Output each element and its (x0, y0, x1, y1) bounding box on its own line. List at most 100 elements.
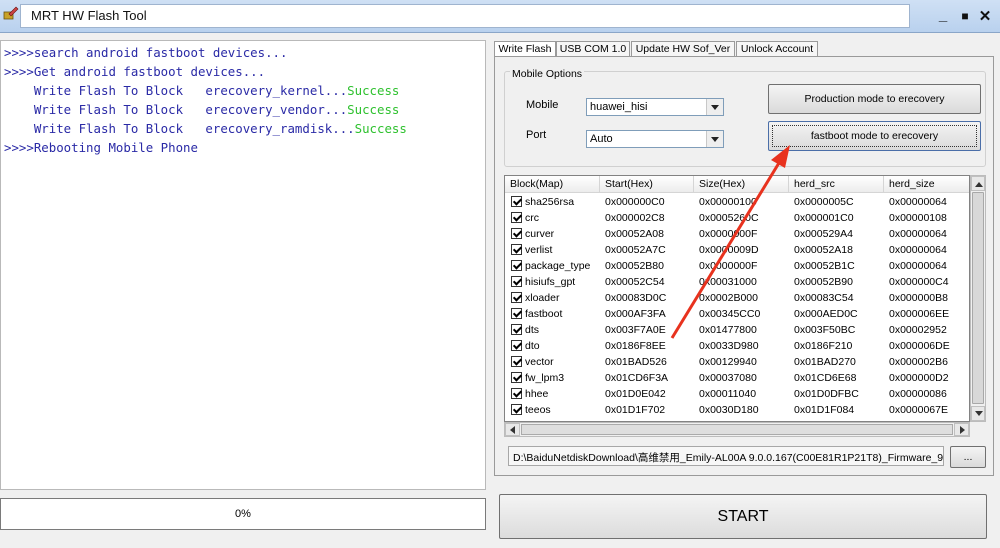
column-header-size[interactable]: Size(Hex) (694, 176, 789, 192)
mobile-options-legend: Mobile Options (510, 68, 585, 80)
log-line: Write Flash To Block erecovery_kernel...… (1, 81, 485, 100)
table-cell-start: 0x00052B80 (605, 260, 664, 272)
table-row[interactable]: fw_lpm3 0x01CD6F3A 0x00037080 0x01CD6E68 0x0… (505, 370, 969, 386)
mobile-select[interactable]: huawei_hisi (586, 98, 724, 116)
table-cell-name: dts (525, 324, 540, 336)
scroll-thumb[interactable] (972, 192, 984, 404)
table-row[interactable]: hhee 0x01D0E042 0x00011040 0x01D0DFBC 0x0000… (505, 386, 969, 402)
table-cell-hsize: 0x000000B8 (889, 292, 948, 304)
table-cell-size: 0x0005260C (699, 212, 759, 224)
log-line: Write Flash To Block erecovery_vendor...… (1, 100, 485, 119)
table-row[interactable]: hisiufs_gpt 0x00052C54 0x00031000 0x00052B9… (505, 274, 969, 290)
log-prefix (4, 102, 34, 117)
table-cell-hsize: 0x00000086 (889, 388, 947, 400)
log-text: search android fastboot devices... (33, 45, 288, 60)
close-button[interactable]: ✕ (976, 7, 994, 25)
browse-label: ... (963, 451, 973, 463)
table-cell-hsize: 0x00000064 (889, 260, 947, 272)
table-cell-hsize: 0x000002B6 (889, 356, 948, 368)
table-cell-hsize: 0x00000064 (889, 244, 947, 256)
table-cell-size: 0x0000009D (699, 244, 759, 256)
log-prefix (4, 83, 34, 98)
table-cell-hsize: 0x0000067E (889, 404, 948, 416)
table-cell-src: 0x01D1F084 (794, 404, 855, 416)
table-cell-hsize: 0x00000064 (889, 228, 947, 240)
table-cell-start: 0x00083D0C (605, 292, 667, 304)
scroll-down-button[interactable] (971, 406, 985, 421)
log-text: Get android fastboot devices... (33, 64, 266, 79)
log-status: Success (347, 102, 400, 117)
log-line: >>>>Get android fastboot devices... (1, 62, 485, 81)
table-horizontal-scrollbar[interactable] (504, 422, 970, 437)
table-cell-src: 0x003F50BC (794, 324, 856, 336)
log-status: Success (347, 83, 400, 98)
chevron-down-icon[interactable] (706, 99, 723, 115)
table-row[interactable]: dts 0x003F7A0E 0x01477800 0x003F50BC 0x00002… (505, 322, 969, 338)
table-row[interactable]: package_type 0x00052B80 0x0000000F 0x00052B… (505, 258, 969, 274)
browse-button[interactable]: ... (950, 446, 986, 468)
focus-rectangle (772, 125, 977, 147)
fastboot-mode-button[interactable]: fastboot mode to erecovery (768, 121, 981, 151)
block-map-table[interactable]: Block(Map) Start(Hex) Size(Hex) herd_src… (504, 175, 970, 422)
port-label: Port (526, 129, 547, 141)
tab-unlock-account[interactable]: Unlock Account (736, 41, 818, 57)
table-cell-src: 0x00052B90 (794, 276, 853, 288)
scroll-up-button[interactable] (971, 176, 985, 191)
log-line: Write Flash To Block erecovery_ramdisk..… (1, 119, 485, 138)
firmware-path-field[interactable]: D:\BaiduNetdiskDownload\高维禁用_Emily-AL00A… (508, 446, 944, 466)
tab-usb-com[interactable]: USB COM 1.0 (556, 41, 630, 57)
table-cell-src: 0x0186F210 (794, 340, 853, 352)
table-row[interactable]: sha256rsa 0x000000C0 0x00000100 0x0000005C 0… (505, 194, 969, 210)
table-row[interactable]: xloader 0x00083D0C 0x0002B000 0x00083C54 0x0… (505, 290, 969, 306)
tab-write-flash[interactable]: Write Flash (494, 41, 556, 57)
table-cell-name: verlist (525, 244, 553, 256)
table-row[interactable]: verlist 0x00052A7C 0x0000009D 0x00052A18 0x0… (505, 242, 969, 258)
table-row[interactable]: teeos 0x01D1F702 0x0030D180 0x01D1F084 0x000… (505, 402, 969, 418)
table-cell-hsize: 0x000006EE (889, 308, 950, 320)
log-text: Rebooting Mobile Phone (33, 140, 198, 155)
port-select[interactable]: Auto (586, 130, 724, 148)
scroll-left-button[interactable] (505, 423, 520, 436)
table-row[interactable]: dto 0x0186F8EE 0x0033D980 0x0186F210 0x00000… (505, 338, 969, 354)
table-cell-src: 0x000529A4 (794, 228, 853, 240)
production-mode-button[interactable]: Production mode to erecovery (768, 84, 981, 114)
table-cell-src: 0x000AED0C (794, 308, 858, 320)
table-cell-start: 0x00052A7C (605, 244, 666, 256)
table-cell-hsize: 0x00002952 (889, 324, 947, 336)
table-cell-start: 0x003F7A0E (605, 324, 666, 336)
table-cell-size: 0x00000100 (699, 196, 757, 208)
window-title-box: MRT HW Flash Tool (20, 4, 910, 28)
start-button[interactable]: START (499, 494, 987, 539)
table-cell-size: 0x00037080 (699, 372, 757, 384)
column-header-herd-size[interactable]: herd_size (884, 176, 969, 192)
column-header-start[interactable]: Start(Hex) (600, 176, 694, 192)
table-cell-name: crc (525, 212, 539, 224)
table-row[interactable]: vector 0x01BAD526 0x00129940 0x01BAD270 0x00… (505, 354, 969, 370)
table-cell-size: 0x00129940 (699, 356, 757, 368)
table-cell-start: 0x000000C0 (605, 196, 665, 208)
table-row[interactable]: crc 0x000002C8 0x0005260C 0x000001C0 0x00000… (505, 210, 969, 226)
progress-bar: 0% (0, 498, 486, 530)
table-cell-src: 0x000001C0 (794, 212, 854, 224)
table-cell-name: package_type (525, 260, 591, 272)
table-row[interactable]: fastboot 0x000AF3FA 0x00345CC0 0x000AED0C 0x… (505, 306, 969, 322)
scroll-right-button[interactable] (954, 423, 969, 436)
maximize-button[interactable]: ■ (956, 9, 974, 23)
firmware-path-value: D:\BaiduNetdiskDownload\高维禁用_Emily-AL00A… (513, 452, 944, 464)
table-vertical-scrollbar[interactable] (970, 175, 986, 422)
tab-update-hw-sof-ver[interactable]: Update HW Sof_Ver (631, 41, 735, 57)
horizontal-scroll-thumb[interactable] (521, 424, 953, 435)
column-header-herd-src[interactable]: herd_src (789, 176, 884, 192)
table-cell-name: teeos (525, 404, 551, 416)
table-cell-start: 0x01CD6F3A (605, 372, 669, 384)
log-prefix (4, 121, 34, 136)
table-cell-size: 0x0030D180 (699, 404, 759, 416)
table-cell-size: 0x0000000F (699, 260, 758, 272)
table-row[interactable]: curver 0x00052A08 0x0000000F 0x000529A4 0x00… (505, 226, 969, 242)
log-output[interactable]: >>>>search android fastboot devices... >>… (0, 40, 486, 490)
chevron-down-icon[interactable] (706, 131, 723, 147)
column-header-block[interactable]: Block(Map) (505, 176, 600, 192)
port-select-value: Auto (590, 133, 613, 145)
minimize-button[interactable]: _ (934, 7, 952, 24)
table-cell-name: hisiufs_gpt (525, 276, 576, 288)
